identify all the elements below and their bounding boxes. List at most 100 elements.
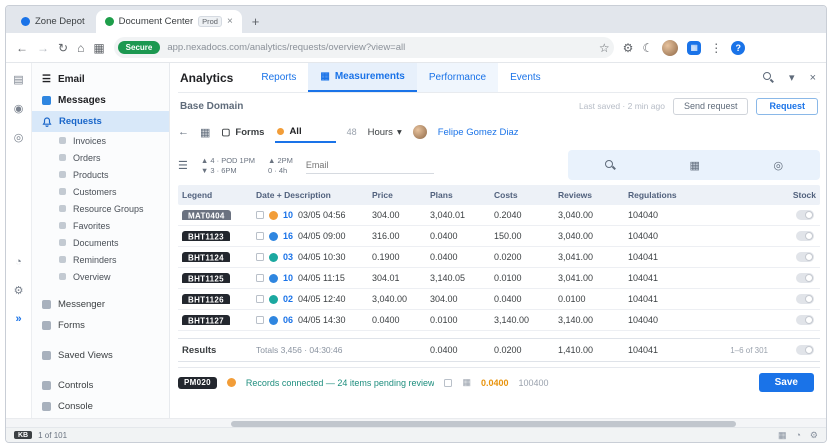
search-icon[interactable]	[763, 72, 774, 83]
sidebar-item-console[interactable]: Console	[32, 396, 169, 417]
tab-measurements[interactable]: ▦ Measurements	[308, 63, 417, 92]
row-toggle[interactable]	[796, 231, 814, 241]
sidebar-item-messenger[interactable]: Messenger	[32, 294, 169, 315]
status-grid-icon[interactable]: ▦	[778, 430, 787, 441]
horizontal-scrollbar[interactable]	[6, 418, 826, 427]
footer-checkbox[interactable]	[444, 378, 453, 387]
tab-close-icon[interactable]: ×	[227, 16, 233, 27]
list-icon[interactable]: ☰	[178, 159, 188, 172]
row-toggle[interactable]	[796, 273, 814, 283]
col-date-description[interactable]: Date + Description	[252, 190, 368, 200]
sidebar-item-documents[interactable]: Documents	[32, 234, 169, 251]
address-bar[interactable]: Secure app.nexadocs.com/analytics/reques…	[113, 37, 614, 58]
row-toggle[interactable]	[796, 315, 814, 325]
table-row[interactable]: BHT1127 06 04/05 14:30 0.0400 0.0100 3,14…	[178, 310, 820, 331]
sidebar-item-saved-views[interactable]: Saved Views	[32, 345, 169, 366]
sidebar-item-requests[interactable]: Requests	[32, 111, 169, 132]
col-stock[interactable]: Stock	[774, 190, 820, 200]
close-icon[interactable]: ×	[810, 72, 816, 84]
sidebar-item-reminders[interactable]: Reminders	[32, 251, 169, 268]
sidebar-item-favorites[interactable]: Favorites	[32, 217, 169, 234]
row-checkbox[interactable]	[256, 232, 264, 240]
row-toggle[interactable]	[796, 294, 814, 304]
sidebar-item-orders[interactable]: Orders	[32, 149, 169, 166]
url-text[interactable]: app.nexadocs.com/analytics/requests/over…	[167, 42, 592, 53]
table-row[interactable]: MAT0404 10 03/05 04:56 304.00 3,040.01 0.…	[178, 205, 820, 226]
chevron-down-icon[interactable]: ▾	[789, 71, 795, 84]
col-costs[interactable]: Costs	[490, 190, 554, 200]
filter-tab-all[interactable]: All	[275, 121, 336, 143]
status-gear-icon[interactable]: ⚙	[810, 430, 818, 441]
status-clock-icon[interactable]: ◔	[795, 430, 800, 441]
col-legend[interactable]: Legend	[178, 190, 252, 200]
sidebar-item-products[interactable]: Products	[32, 166, 169, 183]
home-icon[interactable]: ⌂	[77, 42, 84, 54]
panel-grid-icon[interactable]: ▦	[689, 159, 699, 172]
row-toggle[interactable]	[796, 252, 814, 262]
panel-search-icon[interactable]	[604, 159, 616, 171]
row-plans: 304.00	[430, 294, 458, 304]
calendar-icon[interactable]: ▦	[200, 126, 210, 139]
refresh-icon[interactable]: ↻	[58, 42, 68, 54]
workspace-app-icon[interactable]: ▦	[687, 40, 702, 55]
secure-badge[interactable]: Secure	[117, 41, 161, 54]
col-regulations[interactable]: Regulations	[624, 190, 724, 200]
rail-bell-dot-icon[interactable]: ◎	[14, 131, 24, 144]
row-toggle[interactable]	[796, 210, 814, 220]
user-name[interactable]: Felipe Gomez Diaz	[438, 127, 519, 138]
bookmark-star-icon[interactable]: ☆	[599, 42, 610, 54]
rail-expand-chevrons-icon[interactable]: »	[15, 313, 21, 325]
back-icon[interactable]: ←	[16, 42, 28, 54]
theme-moon-icon[interactable]: ☾	[642, 42, 653, 54]
sidebar-item-customers[interactable]: Customers	[32, 183, 169, 200]
sidebar-item-overview[interactable]: Overview	[32, 268, 169, 285]
sidebar-item-invoices[interactable]: Invoices	[32, 132, 169, 149]
user-avatar[interactable]	[412, 125, 427, 139]
apps-icon[interactable]: ▦	[93, 42, 104, 54]
status-message[interactable]: Records connected — 24 items pending rev…	[246, 378, 435, 388]
sidebar-item-forms[interactable]: Forms	[32, 315, 169, 336]
tab-performance[interactable]: Performance	[416, 63, 499, 92]
tab-reports[interactable]: Reports	[249, 63, 308, 92]
new-tab-button[interactable]: +	[244, 14, 268, 33]
table-row[interactable]: BHT1123 16 04/05 09:00 316.00 0.0400 150.…	[178, 226, 820, 247]
row-checkbox[interactable]	[256, 253, 264, 261]
row-checkbox[interactable]	[256, 211, 264, 219]
table-row[interactable]: BHT1126 02 04/05 12:40 3,040.00 304.00 0.…	[178, 289, 820, 310]
summary-toggle[interactable]	[796, 345, 814, 355]
help-icon[interactable]: ?	[731, 40, 746, 55]
save-button[interactable]: Save	[758, 373, 814, 392]
tab-events[interactable]: Events	[498, 63, 553, 92]
sidebar-item-resource-groups[interactable]: Resource Groups	[32, 200, 169, 217]
sidebar-item-email[interactable]: ☰ Email	[32, 69, 169, 90]
sidebar-item-messages[interactable]: Messages	[32, 90, 169, 111]
col-plans[interactable]: Plans	[426, 190, 490, 200]
row-checkbox[interactable]	[256, 295, 264, 303]
layout-icon[interactable]: ▦	[462, 377, 471, 388]
browser-tab-1[interactable]: Zone Depot	[12, 10, 94, 33]
sidebar-item-controls[interactable]: Controls	[32, 375, 169, 396]
table-row[interactable]: BHT1124 03 04/05 10:30 0.1900 0.0400 0.02…	[178, 247, 820, 268]
back-arrow-icon[interactable]: ←	[178, 126, 189, 138]
browser-tab-2[interactable]: Document Center Prod ×	[95, 10, 242, 33]
col-reviews[interactable]: Reviews	[554, 190, 624, 200]
table-row[interactable]: BHT1125 10 04/05 11:15 304.01 3,140.05 0.…	[178, 268, 820, 289]
rail-panel-icon[interactable]: ▤	[13, 73, 23, 86]
rail-gear-icon[interactable]: ⚙	[14, 284, 24, 297]
period-dropdown[interactable]: Hours ▾	[368, 127, 402, 138]
panel-target-icon[interactable]: ◎	[774, 159, 784, 172]
scrollbar-thumb[interactable]	[231, 420, 736, 427]
row-checkbox[interactable]	[256, 274, 264, 282]
request-button[interactable]: Request	[756, 97, 818, 115]
send-request-button[interactable]: Send request	[672, 97, 749, 115]
col-price[interactable]: Price	[368, 190, 426, 200]
row-checkbox[interactable]	[256, 316, 264, 324]
email-filter-input[interactable]	[305, 156, 434, 174]
rail-clock-icon[interactable]: ◔	[15, 256, 22, 268]
more-menu-icon[interactable]: ⋮	[710, 42, 722, 54]
rail-person-icon[interactable]: ◉	[14, 102, 24, 115]
browser-avatar[interactable]	[662, 39, 679, 56]
products-icon	[59, 171, 66, 178]
forward-icon[interactable]: →	[37, 42, 49, 54]
extensions-icon[interactable]: ⚙	[623, 42, 634, 54]
